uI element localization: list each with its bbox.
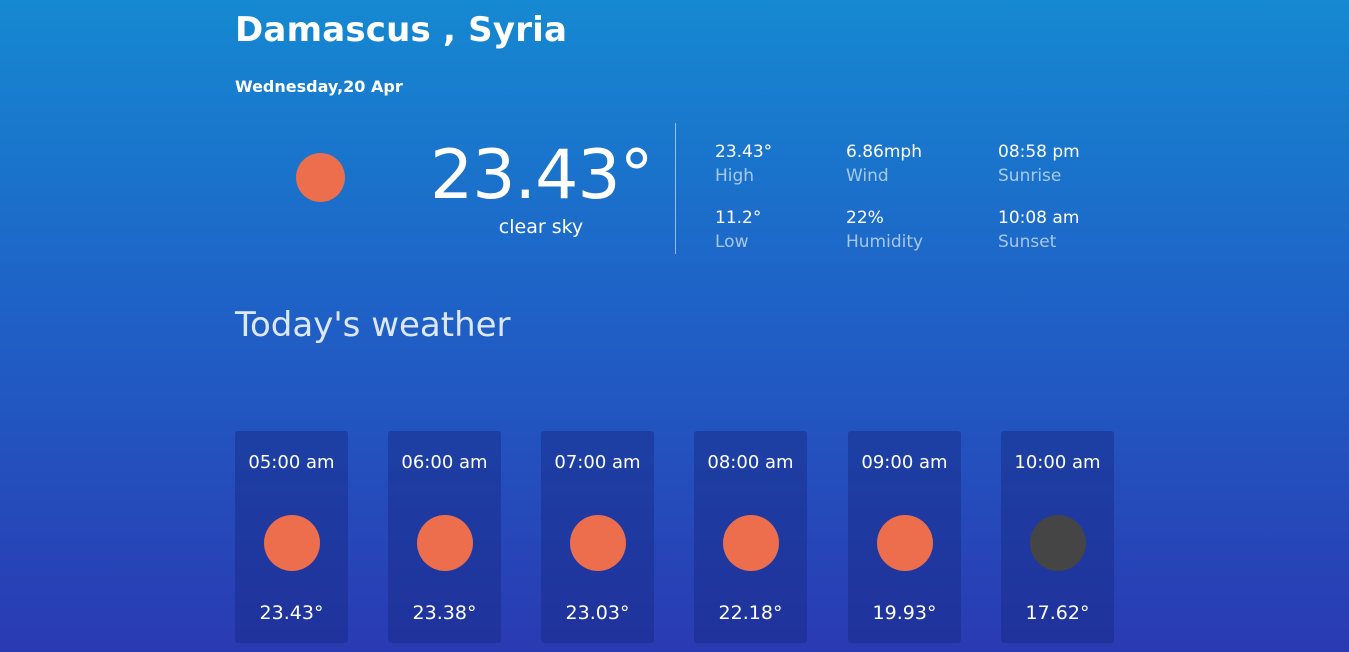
hourly-temp: 22.18° [718,602,783,624]
stat-low: 11.2° Low [715,208,761,252]
weather-page: Damascus , Syria Wednesday,20 Apr 23.43°… [235,0,1115,652]
moon-icon [1030,515,1086,571]
hourly-time: 06:00 am [401,452,488,473]
divider [675,123,676,254]
stat-high-value: 23.43° [715,142,773,162]
hourly-temp: 17.62° [1025,602,1090,624]
hourly-temp: 19.93° [872,602,937,624]
hourly-temp: 23.38° [412,602,477,624]
stat-sunset: 10:08 am Sunset [998,208,1079,252]
stat-sunset-label: Sunset [998,232,1057,252]
hourly-card: 08:00 am 22.18° [694,431,807,643]
stat-high: 23.43° High [715,142,772,186]
hourly-temp: 23.03° [565,602,630,624]
hourly-time: 10:00 am [1014,452,1101,473]
hourly-card: 09:00 am 19.93° [848,431,961,643]
stat-wind-value: 6.86mph [846,142,922,162]
stat-low-value: 11.2° [715,208,762,228]
hourly-time: 07:00 am [554,452,641,473]
stat-sunrise-value: 08:58 pm [998,142,1080,162]
stat-humidity-value: 22% [846,208,884,228]
stat-wind: 6.86mph Wind [846,142,922,186]
hourly-card: 05:00 am 23.43° [235,431,348,643]
hourly-temp: 23.43° [259,602,324,624]
sun-icon [877,515,933,571]
stat-high-label: High [715,166,755,186]
sun-icon [264,515,320,571]
sun-icon [296,153,345,202]
stat-sunrise: 08:58 pm Sunrise [998,142,1080,186]
sun-icon [570,515,626,571]
hourly-time: 09:00 am [861,452,948,473]
current-date: Wednesday,20 Apr [235,77,403,96]
stat-wind-label: Wind [846,166,889,186]
hourly-card: 07:00 am 23.03° [541,431,654,643]
current-temperature: 23.43° [430,136,654,215]
stat-humidity-label: Humidity [846,232,924,252]
city-title: Damascus , Syria [235,10,568,50]
hourly-time: 05:00 am [248,452,335,473]
weather-description: clear sky [498,216,584,238]
stat-low-label: Low [715,232,749,252]
sun-icon [417,515,473,571]
hourly-card: 06:00 am 23.38° [388,431,501,643]
hourly-card: 10:00 am 17.62° [1001,431,1114,643]
stat-sunrise-label: Sunrise [998,166,1062,186]
todays-weather-heading: Today's weather [235,305,511,345]
stat-sunset-value: 10:08 am [998,208,1080,228]
hourly-time: 08:00 am [707,452,794,473]
sun-icon [723,515,779,571]
stat-humidity: 22% Humidity [846,208,923,252]
